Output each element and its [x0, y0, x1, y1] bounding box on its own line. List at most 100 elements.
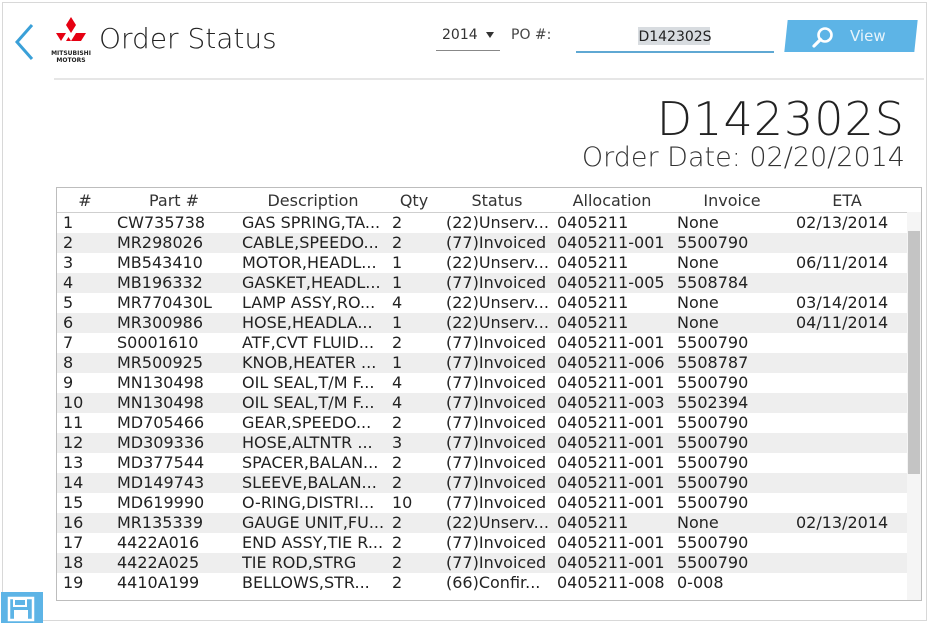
- column-header-eta[interactable]: ETA: [827, 191, 867, 210]
- cell-invoice: None: [677, 254, 719, 272]
- cell-invoice: 0-008: [677, 574, 724, 592]
- cell-description: CABLE,SPEEDO...: [242, 234, 379, 252]
- cell-part-number: MR500925: [117, 354, 203, 372]
- table-row[interactable]: 14 MD149743 SLEEVE,BALAN... 2 (77)Invoiced 04…: [57, 473, 907, 493]
- table-row[interactable]: 18 4422A025 TIE ROD,STRG 2 (77)Invoiced 04052…: [57, 553, 907, 573]
- table-row[interactable]: 12 MD309336 HOSE,ALTNTR ... 3 (77)Invoiced 04…: [57, 433, 907, 453]
- cell-qty: 4: [392, 374, 403, 392]
- cell-allocation: 0405211-006: [557, 354, 665, 372]
- cell-part-number: 4422A025: [117, 554, 200, 572]
- cell-status: (77)Invoiced: [446, 554, 547, 572]
- order-lines-table[interactable]: # Part # Description Qty Status Allocati…: [56, 187, 922, 601]
- column-header-part[interactable]: Part #: [143, 191, 205, 210]
- cell-qty: 1: [392, 254, 403, 272]
- cell-part-number: MR770430L: [117, 294, 212, 312]
- table-row[interactable]: 7 S0001610 ATF,CVT FLUID... 2 (77)Invoiced 04…: [57, 333, 907, 353]
- cell-part-number: MN130498: [117, 394, 204, 412]
- cell-qty: 2: [392, 414, 403, 432]
- cell-part-number: MD377544: [117, 454, 205, 472]
- cell-allocation: 0405211: [557, 294, 629, 312]
- cell-status: (77)Invoiced: [446, 494, 547, 512]
- order-date: Order Date: 02/20/2014: [581, 142, 905, 173]
- cell-allocation: 0405211: [557, 514, 629, 532]
- table-scrollbar[interactable]: [907, 188, 921, 600]
- cell-invoice: 5508784: [677, 274, 749, 292]
- cell-part-number: MD619990: [117, 494, 205, 512]
- cell-description: HOSE,ALTNTR ...: [242, 434, 373, 452]
- cell-invoice: 5500790: [677, 534, 749, 552]
- cell-row-number: 1: [63, 214, 74, 232]
- cell-status: (77)Invoiced: [446, 374, 547, 392]
- cell-status: (77)Invoiced: [446, 434, 547, 452]
- table-row[interactable]: 9 MN130498 OIL SEAL,T/M F... 4 (77)Invoiced 0…: [57, 373, 907, 393]
- scrollbar-thumb[interactable]: [908, 231, 920, 474]
- table-row[interactable]: 1 CW735738 GAS SPRING,TA... 2 (22)Unserv... 0…: [57, 213, 907, 233]
- year-select[interactable]: 2014: [436, 24, 500, 51]
- cell-invoice: 5500790: [677, 454, 749, 472]
- po-number-heading: D142302S: [656, 92, 905, 146]
- cell-allocation: 0405211-001: [557, 454, 665, 472]
- page-title: Order Status: [99, 22, 277, 55]
- cell-status: (77)Invoiced: [446, 414, 547, 432]
- cell-row-number: 12: [63, 434, 84, 452]
- column-header-allocation[interactable]: Allocation: [569, 191, 655, 210]
- table-row[interactable]: 15 MD619990 O-RING,DISTRI... 10 (77)Invoiced…: [57, 493, 907, 513]
- cell-part-number: MD705466: [117, 414, 205, 432]
- back-button[interactable]: [12, 22, 40, 62]
- column-header-description[interactable]: Description: [262, 191, 364, 210]
- table-row[interactable]: 3 MB543410 MOTOR,HEADL... 1 (22)Unserv... 040…: [57, 253, 907, 273]
- cell-invoice: 5500790: [677, 434, 749, 452]
- cell-qty: 2: [392, 234, 403, 252]
- column-header-invoice[interactable]: Invoice: [697, 191, 767, 210]
- cell-part-number: MB543410: [117, 254, 203, 272]
- cell-allocation: 0405211-003: [557, 394, 665, 412]
- cell-part-number: MR135339: [117, 514, 203, 532]
- view-button[interactable]: View: [784, 20, 918, 52]
- table-row[interactable]: 11 MD705466 GEAR,SPEEDO... 2 (77)Invoiced 040…: [57, 413, 907, 433]
- table-header: # Part # Description Qty Status Allocati…: [57, 188, 907, 213]
- cell-qty: 2: [392, 454, 403, 472]
- table-row[interactable]: 5 MR770430L LAMP ASSY,RO... 4 (22)Unserv... 0…: [57, 293, 907, 313]
- save-icon: [7, 596, 35, 622]
- cell-row-number: 2: [63, 234, 74, 252]
- cell-status: (22)Unserv...: [446, 514, 549, 532]
- cell-description: MOTOR,HEADL...: [242, 254, 377, 272]
- column-header-number[interactable]: #: [75, 191, 95, 210]
- table-row[interactable]: 2 MR298026 CABLE,SPEEDO... 2 (77)Invoiced 040…: [57, 233, 907, 253]
- cell-description: HOSE,HEADLA...: [242, 314, 373, 332]
- cell-invoice: None: [677, 294, 719, 312]
- logo-text: MITSUBISHI MOTORS: [51, 50, 91, 64]
- cell-eta: 02/13/2014: [796, 514, 889, 532]
- table-row[interactable]: 13 MD377544 SPACER,BALAN... 2 (77)Invoiced 04…: [57, 453, 907, 473]
- column-header-qty[interactable]: Qty: [397, 191, 431, 210]
- cell-invoice: 5502394: [677, 394, 749, 412]
- view-button-label: View: [850, 27, 886, 45]
- po-input[interactable]: [576, 22, 774, 53]
- column-header-status[interactable]: Status: [467, 191, 527, 210]
- cell-row-number: 9: [63, 374, 74, 392]
- cell-description: SLEEVE,BALAN...: [242, 474, 377, 492]
- table-row[interactable]: 6 MR300986 HOSE,HEADLA... 1 (22)Unserv... 040…: [57, 313, 907, 333]
- cell-allocation: 0405211-001: [557, 334, 665, 352]
- table-row[interactable]: 19 4410A199 BELLOWS,STR... 2 (66)Confir... 04…: [57, 573, 907, 593]
- cell-status: (22)Unserv...: [446, 254, 549, 272]
- cell-part-number: MD149743: [117, 474, 205, 492]
- cell-part-number: MB196332: [117, 274, 203, 292]
- save-button[interactable]: [1, 592, 43, 623]
- cell-invoice: None: [677, 214, 719, 232]
- table-row[interactable]: 16 MR135339 GAUGE UNIT,FU... 2 (22)Unserv...…: [57, 513, 907, 533]
- table-row[interactable]: 17 4422A016 END ASSY,TIE R... 2 (77)Invoiced…: [57, 533, 907, 553]
- table-row[interactable]: 10 MN130498 OIL SEAL,T/M F... 4 (77)Invoiced…: [57, 393, 907, 413]
- cell-qty: 10: [392, 494, 413, 512]
- cell-qty: 3: [392, 434, 403, 452]
- cell-qty: 2: [392, 214, 403, 232]
- table-row[interactable]: 4 MB196332 GASKET,HEADL... 1 (77)Invoiced 040…: [57, 273, 907, 293]
- cell-invoice: None: [677, 314, 719, 332]
- cell-allocation: 0405211-001: [557, 494, 665, 512]
- cell-status: (77)Invoiced: [446, 234, 547, 252]
- cell-qty: 2: [392, 514, 403, 532]
- table-row[interactable]: 8 MR500925 KNOB,HEATER ... 1 (77)Invoiced 040…: [57, 353, 907, 373]
- cell-description: KNOB,HEATER ...: [242, 354, 377, 372]
- cell-status: (77)Invoiced: [446, 334, 547, 352]
- cell-part-number: MD309336: [117, 434, 205, 452]
